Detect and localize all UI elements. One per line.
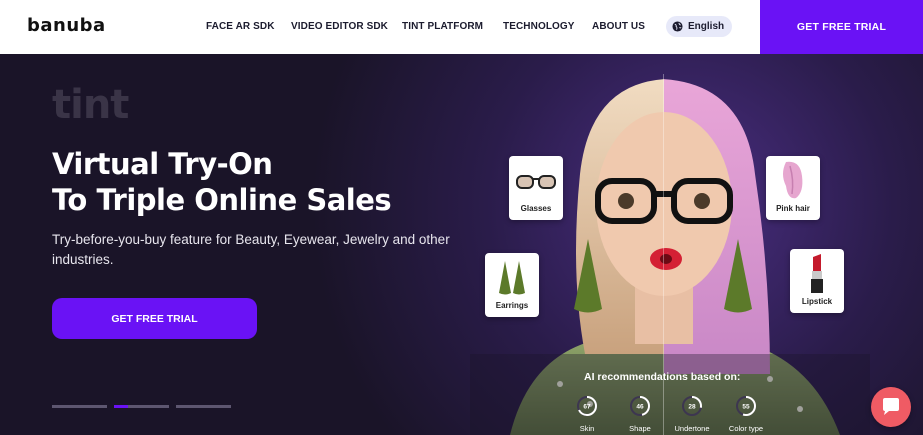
- color-type-score-ring: 55: [736, 396, 756, 416]
- slider-dot-1[interactable]: [52, 405, 107, 408]
- ai-recommendations-title: AI recommendations based on:: [584, 371, 741, 383]
- metric-label: Skin: [579, 424, 595, 433]
- nav-technology[interactable]: TECHNOLOGY: [503, 21, 575, 32]
- language-selector[interactable]: English: [666, 16, 732, 37]
- card-glasses-label: Glasses: [520, 204, 552, 213]
- hero-subtitle: Try-before-you-buy feature for Beauty, E…: [52, 232, 450, 267]
- card-glasses[interactable]: Glasses: [509, 156, 563, 220]
- headline-line-1: Virtual Try-On: [52, 147, 273, 181]
- hero-get-free-trial-button[interactable]: GET FREE TRIAL: [52, 298, 257, 339]
- color-type-score: 55: [742, 404, 750, 411]
- metric-label: Undertone: [674, 424, 710, 433]
- undertone-score-ring: 28: [682, 396, 702, 416]
- top-navbar: banuba FACE AR SDK VIDEO EDITOR SDK TINT…: [0, 0, 923, 54]
- chat-widget-button[interactable]: [871, 387, 911, 427]
- headline-line-2: To Triple Online Sales: [52, 183, 392, 217]
- lipstick-icon: [811, 254, 823, 293]
- language-label: English: [688, 21, 725, 32]
- nav-video-editor-sdk[interactable]: VIDEO EDITOR SDK: [291, 21, 388, 32]
- header-get-free-trial-button[interactable]: GET FREE TRIAL: [760, 0, 923, 54]
- skin-score: 67: [583, 404, 591, 411]
- banuba-logo[interactable]: banuba: [27, 15, 106, 36]
- metric-shape: 46 Shape: [615, 395, 665, 433]
- card-lipstick-label: Lipstick: [801, 297, 833, 306]
- card-earrings[interactable]: Earrings: [485, 253, 539, 317]
- card-lipstick[interactable]: Lipstick: [790, 249, 844, 313]
- earrings-icon: [499, 261, 525, 295]
- slider-indicators: [52, 405, 231, 408]
- metric-color-type: 55 Color type: [721, 395, 771, 433]
- shape-score: 46: [636, 404, 644, 411]
- undertone-score: 28: [688, 404, 696, 411]
- metric-label: Color type: [728, 424, 764, 433]
- shape-score-ring: 46: [630, 396, 650, 416]
- skin-score-ring: 67: [577, 396, 597, 416]
- card-pink-hair-label: Pink hair: [776, 204, 810, 213]
- nav-face-ar-sdk[interactable]: FACE AR SDK: [206, 21, 275, 32]
- glasses-icon: [516, 175, 556, 189]
- globe-icon: [672, 21, 683, 32]
- hero-headline: Virtual Try-On To Triple Online Sales: [52, 146, 392, 218]
- card-earrings-label: Earrings: [495, 301, 529, 310]
- tint-brand-word: tint: [52, 82, 129, 128]
- card-pink-hair[interactable]: Pink hair: [766, 156, 820, 220]
- slider-dot-3[interactable]: [176, 405, 231, 408]
- metric-undertone: 28 Undertone: [667, 395, 717, 433]
- metric-label: Shape: [629, 424, 651, 433]
- hero-section: tint Virtual Try-On To Triple Online Sal…: [0, 54, 923, 435]
- chat-bubble-icon: [883, 398, 899, 415]
- hair-swatch-icon: [783, 161, 803, 199]
- metric-skin: 67 Skin: [562, 395, 612, 433]
- slider-dot-2[interactable]: [114, 405, 169, 408]
- nav-about-us[interactable]: ABOUT US: [592, 21, 645, 32]
- nav-tint-platform[interactable]: TINT PLATFORM: [402, 21, 483, 32]
